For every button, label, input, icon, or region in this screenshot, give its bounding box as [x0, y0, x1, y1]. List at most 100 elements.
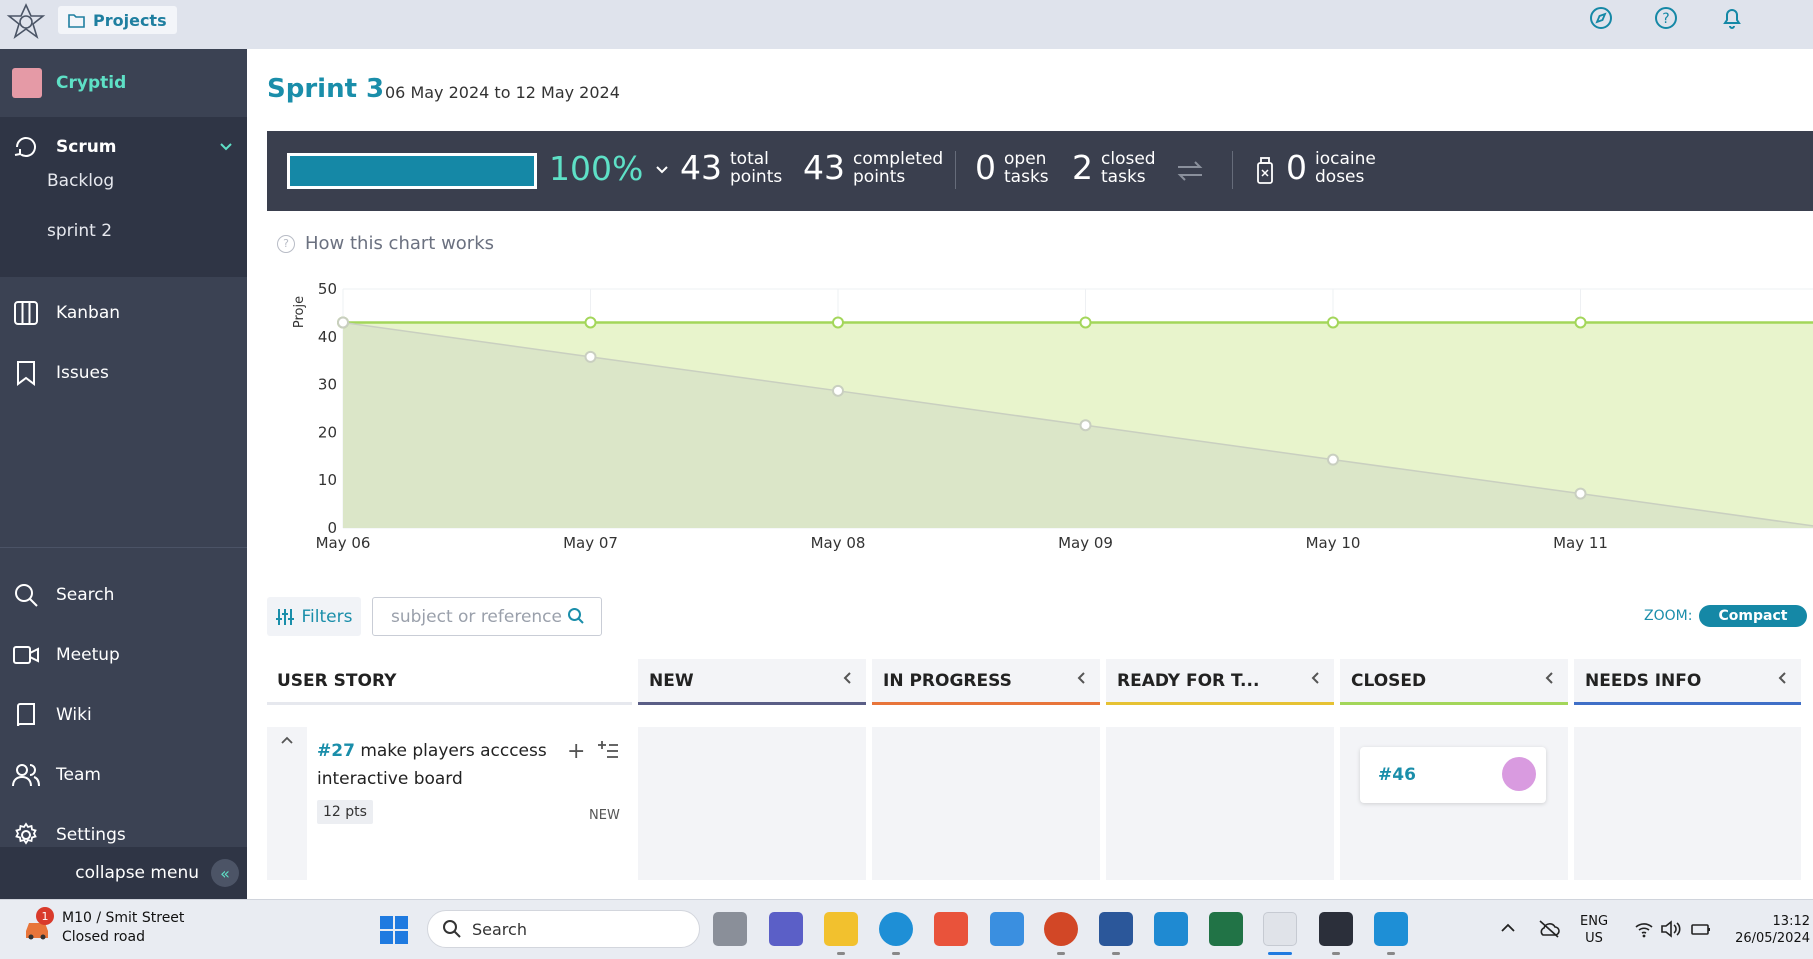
sidebar-item-sprint-2[interactable]: sprint 2: [47, 221, 112, 241]
stat-total-points: 43 total points: [680, 148, 783, 187]
board-column-header: CLOSED: [1340, 659, 1568, 705]
board-column-cell: [638, 727, 866, 880]
edge-icon[interactable]: [879, 912, 913, 946]
traffic-widget[interactable]: 1 M10 / Smit Street Closed road: [22, 907, 185, 947]
sidebar-item-search[interactable]: Search: [0, 573, 247, 617]
teams-icon[interactable]: [769, 912, 803, 946]
powerpoint-icon[interactable]: [1044, 912, 1078, 946]
sidebar-item-label: Wiki: [56, 705, 92, 725]
sidebar-item-team[interactable]: Team: [0, 753, 247, 797]
cloud-offline-icon[interactable]: [1538, 920, 1560, 938]
chevron-left-icon[interactable]: [1076, 671, 1086, 685]
filters-button[interactable]: Filters: [267, 597, 361, 636]
user-story-row: #27 make players acccess interactive boa…: [267, 727, 632, 880]
app-logo-icon[interactable]: [6, 2, 46, 42]
chevron-left-icon[interactable]: [1777, 671, 1787, 685]
video-icon: [13, 646, 39, 664]
help-icon[interactable]: ?: [1650, 2, 1682, 34]
task-card[interactable]: #46: [1360, 747, 1546, 803]
swap-arrows-icon[interactable]: [1175, 159, 1205, 183]
windows-start-icon[interactable]: [379, 915, 409, 945]
battery-icon[interactable]: [1690, 920, 1712, 938]
zoom-label: ZOOM:: [1644, 608, 1693, 624]
board-column-header: NEEDS INFO: [1574, 659, 1801, 705]
chart-help-link[interactable]: ? How this chart works: [277, 233, 494, 254]
sidebar-item-label: Issues: [56, 363, 109, 383]
collapse-row-button[interactable]: [267, 727, 307, 880]
data-point: [1327, 316, 1339, 329]
excel-icon[interactable]: [1209, 912, 1243, 946]
projects-button[interactable]: Projects: [58, 6, 177, 34]
search-icon: [443, 920, 461, 938]
board-column-cell: [872, 727, 1100, 880]
bookmark-icon: [17, 361, 35, 386]
sidebar-item-scrum[interactable]: Scrum: [0, 125, 247, 169]
user-story-ref[interactable]: #27: [317, 741, 355, 761]
sprint-stats-bar: 100% 43 total points 43 completed points 0…: [267, 131, 1813, 211]
board-column-cell: [1106, 727, 1334, 880]
bulk-add-icon[interactable]: [597, 741, 619, 761]
photos-icon[interactable]: [990, 912, 1024, 946]
vscode-icon[interactable]: [1154, 912, 1188, 946]
x-tick-label: May 10: [1306, 534, 1361, 552]
chevron-down-icon[interactable]: [219, 142, 233, 152]
sidebar-item-kanban[interactable]: Kanban: [0, 291, 247, 335]
sliders-icon: [275, 608, 294, 625]
bell-icon[interactable]: [1716, 2, 1748, 34]
data-point: [584, 316, 597, 329]
status-badge[interactable]: NEW: [589, 808, 620, 823]
chevron-up-icon[interactable]: [1500, 922, 1516, 934]
search-input[interactable]: subject or reference: [372, 597, 602, 636]
sidebar-item-backlog[interactable]: Backlog: [47, 171, 114, 191]
taskbar-search[interactable]: Search: [427, 910, 700, 948]
sidebar-project[interactable]: Cryptid: [0, 59, 247, 107]
scrum-icon: [14, 137, 36, 157]
user-story-title[interactable]: #27 make players acccess interactive boa…: [317, 737, 547, 793]
zoom-compact-toggle[interactable]: Compact: [1699, 605, 1807, 627]
burndown-chart: 01020304050May 06 May 07 May 08 May 09 May 1…: [292, 280, 1813, 552]
stats-divider: [955, 151, 956, 189]
sidebar-item-wiki[interactable]: Wiki: [0, 693, 247, 737]
language-indicator[interactable]: ENG US: [1580, 913, 1608, 947]
word-icon[interactable]: [1099, 912, 1133, 946]
avatar: [1502, 757, 1536, 791]
top-bar: Projects ?: [0, 0, 1813, 49]
traffic-title: M10 / Smit Street: [62, 910, 185, 926]
add-task-button[interactable]: +: [567, 739, 585, 764]
chevron-left-icon[interactable]: [1544, 671, 1554, 685]
chevron-down-icon[interactable]: [655, 165, 669, 175]
sidebar-item-meetup[interactable]: Meetup: [0, 633, 247, 677]
chevron-left-icon[interactable]: [842, 671, 852, 685]
task-ref[interactable]: #46: [1378, 765, 1416, 785]
data-point: [1574, 316, 1587, 329]
x-tick-label: May 09: [1058, 534, 1113, 552]
compass-icon[interactable]: [1585, 2, 1617, 34]
board-column-cell: [1574, 727, 1801, 880]
file-explorer-icon[interactable]: [824, 912, 858, 946]
folder-icon: [68, 13, 85, 28]
y-tick-label: 30: [318, 376, 337, 394]
notepad-icon[interactable]: [1374, 912, 1408, 946]
project-avatar: [12, 68, 42, 98]
store-icon[interactable]: [934, 912, 968, 946]
volume-icon[interactable]: [1660, 920, 1682, 938]
terminal-icon[interactable]: [1319, 912, 1353, 946]
stats-divider: [1232, 151, 1233, 189]
traffic-status: Closed road: [62, 929, 145, 945]
project-name: Cryptid: [56, 73, 127, 93]
sidebar-item-label: Settings: [56, 825, 126, 845]
board-column-header: READY FOR T...: [1106, 659, 1334, 705]
clock[interactable]: 13:12 26/05/2024: [1728, 913, 1810, 947]
sidebar-item-issues[interactable]: Issues: [0, 351, 247, 395]
chrome-icon[interactable]: [1263, 912, 1297, 946]
chevron-left-icon[interactable]: [1310, 671, 1320, 685]
wifi-icon[interactable]: [1634, 920, 1654, 938]
story-points-badge: 12 pts: [317, 800, 373, 824]
running-indicator: [1387, 952, 1395, 955]
x-tick-label: May 11: [1553, 534, 1608, 552]
data-point: [337, 316, 349, 329]
y-tick-label: 20: [318, 423, 337, 441]
collapse-menu-button[interactable]: collapse menu «: [0, 847, 247, 899]
task-view-icon[interactable]: [713, 912, 747, 946]
sidebar: Cryptid Scrum Backlog sprint 2 Kanban Is…: [0, 49, 247, 899]
